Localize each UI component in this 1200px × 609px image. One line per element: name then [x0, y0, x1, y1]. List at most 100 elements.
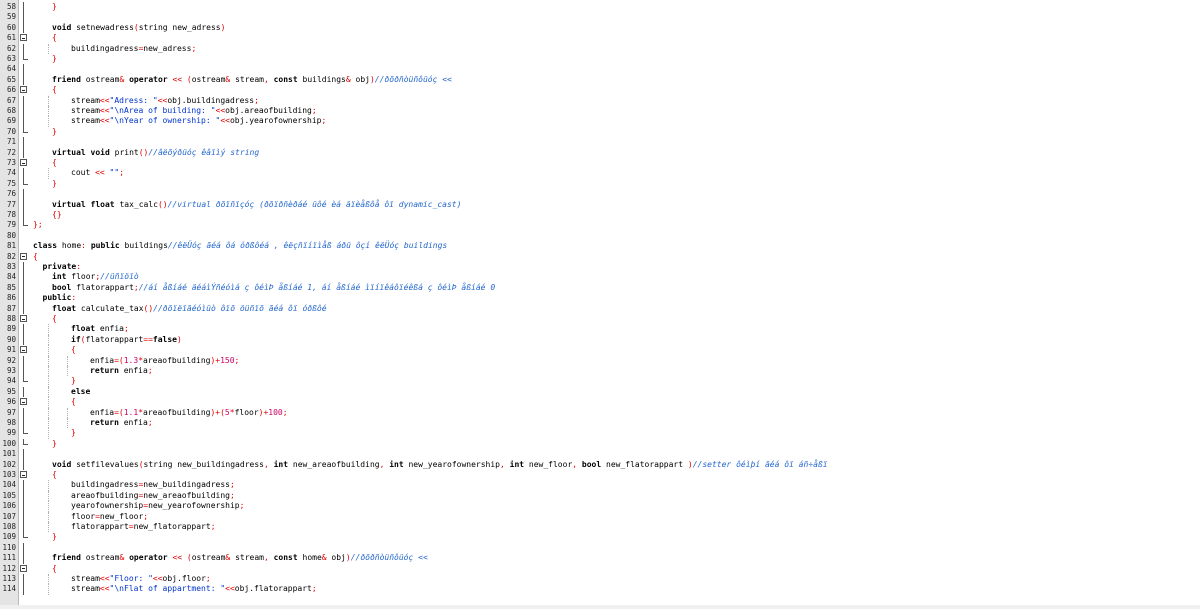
code-line[interactable]: 84 int floor;//üñïöïò	[0, 272, 1200, 283]
fold-line-marker	[23, 43, 24, 54]
code-line[interactable]: 109}	[0, 532, 1200, 542]
indent-guide	[67, 418, 68, 429]
code-line[interactable]: 86 public:	[0, 293, 1200, 304]
code-text: buildingadress=new_buildingadress;	[71, 480, 235, 490]
code-text: }	[52, 54, 57, 64]
code-line[interactable]: 73 {	[0, 158, 1200, 168]
code-token: ,	[263, 553, 274, 563]
indent-guide	[48, 428, 49, 439]
code-token: string new_buildingadress	[143, 459, 264, 469]
code-line[interactable]: 88 {	[0, 314, 1200, 324]
line-number: 102	[2, 459, 16, 469]
code-line[interactable]: 80	[0, 231, 1200, 241]
code-line[interactable]: 68 stream<<"\nArea of building: "<<obj.ar…	[0, 106, 1200, 117]
horizontal-scrollbar[interactable]	[0, 605, 1200, 609]
code-line[interactable]: 114 stream<<"\nFlat of appartment: "<<obj…	[0, 584, 1200, 595]
line-number: 97	[6, 407, 16, 417]
code-token: int	[509, 459, 529, 469]
code-token: else	[71, 386, 91, 396]
fold-toggle-icon[interactable]	[20, 564, 27, 572]
code-line[interactable]: 102 void setfilevalues(string new_buildin…	[0, 459, 1200, 470]
code-line[interactable]: 111 friend ostream& operator << (ostream&…	[0, 553, 1200, 564]
code-line[interactable]: 108 flatorappart=new_flatorappart;	[0, 522, 1200, 533]
code-token: <<	[225, 584, 235, 594]
code-line[interactable]: 79};	[0, 220, 1200, 230]
code-line[interactable]: 83 private:	[0, 262, 1200, 273]
code-token: ;	[239, 501, 245, 511]
code-line[interactable]: 89 float enfia;	[0, 324, 1200, 335]
fold-toggle-icon[interactable]	[20, 398, 27, 406]
code-line[interactable]: 61 {	[0, 33, 1200, 43]
code-line[interactable]: 67 stream<<"Adress: "<<obj.buildingadress…	[0, 95, 1200, 106]
line-number: 107	[2, 511, 16, 521]
code-line[interactable]: 59	[0, 12, 1200, 23]
code-token: )+	[210, 355, 221, 365]
code-line[interactable]: 64	[0, 64, 1200, 75]
code-line[interactable]: 107 floor=new_floor;	[0, 511, 1200, 522]
code-token: void	[52, 459, 77, 469]
code-line[interactable]: 58}	[0, 2, 1200, 13]
code-line[interactable]: 71	[0, 137, 1200, 148]
code-line[interactable]: 81 class home: public buildings//êëÜóç ãé…	[0, 241, 1200, 251]
fold-line-marker	[23, 210, 24, 221]
fold-toggle-icon[interactable]	[20, 252, 27, 260]
code-comment: //virtual ðõïñïçóç (ðõïðñèðáé üôé èá äïè…	[167, 199, 462, 209]
code-line[interactable]: 97 enfia=(1.1*areaofbuilding)+(5*floor)+1…	[0, 407, 1200, 418]
code-line[interactable]: 70}	[0, 126, 1200, 137]
code-line[interactable]: 95 else	[0, 386, 1200, 398]
code-line[interactable]: 74 cout << "";	[0, 168, 1200, 179]
code-line[interactable]: 82 {	[0, 252, 1200, 262]
fold-toggle-icon[interactable]	[20, 159, 27, 166]
line-number: 109	[2, 532, 16, 542]
line-number: 69	[6, 116, 16, 126]
code-line[interactable]: 110	[0, 542, 1200, 554]
code-line[interactable]: 85 bool flatorappart;//áí åßíáé äéáìÝñéóì…	[0, 282, 1200, 294]
code-line[interactable]: 78 {}	[0, 210, 1200, 221]
code-line[interactable]: 90 if(flatorappart==false)	[0, 334, 1200, 346]
code-line[interactable]: 96 {	[0, 397, 1200, 408]
code-line[interactable]: 93 return enfia;	[0, 366, 1200, 377]
fold-line-marker	[23, 282, 24, 294]
code-line[interactable]: 72 virtual void print()//âëõýðüóç êâïìý s…	[0, 147, 1200, 158]
code-token: buildingadress	[71, 480, 139, 490]
fold-toggle-icon[interactable]	[20, 315, 27, 322]
code-line[interactable]: 75}	[0, 178, 1200, 189]
fold-toggle-icon[interactable]	[20, 471, 27, 478]
code-line[interactable]: 62 buildingadress=new_adress;	[0, 43, 1200, 54]
code-line[interactable]: 65 friend ostream& operator << (ostream& …	[0, 74, 1200, 86]
code-line[interactable]: 113 stream<<"Floor: "<<obj.floor;	[0, 574, 1200, 585]
code-line[interactable]: 106 yearofownership=new_yearofownership;	[0, 501, 1200, 512]
code-line[interactable]: 101	[0, 449, 1200, 460]
code-line[interactable]: 69 stream<<"\nYear of ownership: "<<obj.y…	[0, 116, 1200, 127]
code-line[interactable]: 112 {	[0, 564, 1200, 574]
code-line[interactable]: 94}	[0, 376, 1200, 387]
code-editor[interactable]: 58} 59 60 void setnewadress(string new_adre…	[0, 0, 1200, 609]
code-line[interactable]: 77 virtual float tax_calc()//virtual ðõïñ…	[0, 199, 1200, 210]
code-line[interactable]: 87 float calculate_tax()//ðõïëïãéóìüò ôïõ…	[0, 303, 1200, 314]
code-token: ,	[263, 459, 274, 469]
code-line[interactable]: 104 buildingadress=new_buildingadress;	[0, 480, 1200, 491]
code-line[interactable]: 98 return enfia;	[0, 418, 1200, 429]
fold-line-marker	[23, 199, 24, 210]
fold-toggle-icon[interactable]	[20, 86, 27, 94]
line-number: 66	[6, 85, 16, 95]
code-line[interactable]: 60 void setnewadress(string new_adress)	[0, 22, 1200, 34]
line-number: 89	[6, 324, 16, 334]
fold-line-marker	[23, 303, 24, 314]
code-area[interactable]: 58} 59 60 void setnewadress(string new_adre…	[0, 0, 1200, 609]
code-line[interactable]: 100}	[0, 438, 1200, 449]
code-line[interactable]: 92 enfia=(1.3*areaofbuilding)+150;	[0, 355, 1200, 366]
code-token: false	[152, 334, 177, 344]
code-line[interactable]: 105 areaofbuilding=new_areaofbuilding;	[0, 490, 1200, 502]
code-line[interactable]: 91 {	[0, 345, 1200, 356]
code-line[interactable]: 63}	[0, 54, 1200, 64]
code-token: areaofbuilding	[143, 407, 211, 417]
fold-toggle-icon[interactable]	[20, 34, 27, 42]
code-line[interactable]: 66 {	[0, 85, 1200, 95]
code-token: ;	[311, 584, 317, 594]
code-line[interactable]: 76	[0, 189, 1200, 200]
code-line[interactable]: 103 {	[0, 470, 1200, 480]
fold-toggle-icon[interactable]	[20, 346, 27, 354]
code-line[interactable]: 99}	[0, 428, 1200, 439]
code-token: floor	[71, 511, 96, 521]
